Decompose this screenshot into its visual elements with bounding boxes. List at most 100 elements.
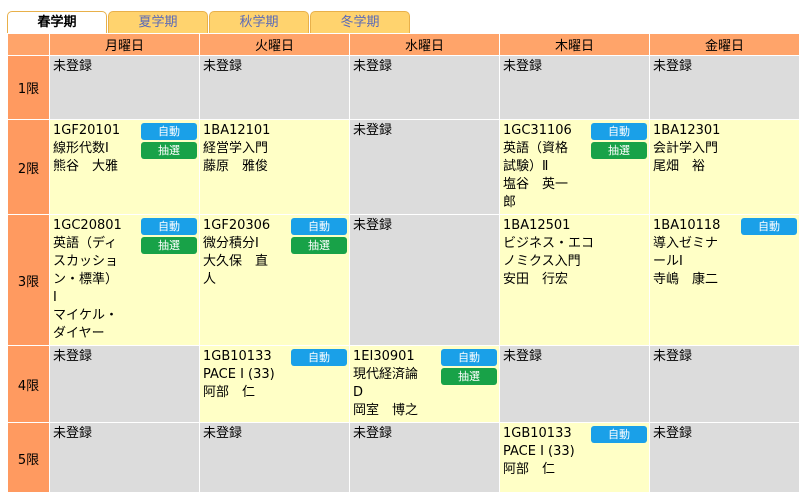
- course-detail-line: ダイヤー: [53, 326, 105, 341]
- course-detail-line: ールⅠ: [653, 254, 683, 269]
- timetable-cell-empty[interactable]: 未登録: [49, 422, 200, 492]
- registration-badges: 自動: [591, 426, 647, 445]
- timetable: 月曜日 火曜日 水曜日 木曜日 金曜日 1限 未登録 未登録 未登録 未登録 未登録 2限 1GF20…: [7, 33, 800, 492]
- auto-badge[interactable]: 自動: [741, 218, 797, 235]
- course-entry: 1BA10118 導入ゼミナ ールⅠ 寺嶋 康二 自動: [653, 217, 797, 289]
- unregistered-label: 未登録: [653, 59, 693, 74]
- course-info: 1BA12501 ビジネス・エコ ノミクス入門 安田 行宏: [503, 217, 646, 289]
- auto-badge[interactable]: 自動: [291, 218, 347, 235]
- period-label: 4限: [7, 345, 50, 423]
- day-header-wednesday: 水曜日: [349, 33, 500, 56]
- course-detail-line: 岡室 博之: [353, 403, 419, 418]
- lottery-badge[interactable]: 抽選: [141, 237, 197, 254]
- course-entry: 1BA12501 ビジネス・エコ ノミクス入門 安田 行宏: [503, 217, 646, 289]
- period-label: 3限: [7, 214, 50, 346]
- timetable-cell-course[interactable]: 1GF20306 微分積分Ⅰ 大久保 直人自動 抽選: [199, 214, 350, 346]
- day-header-thursday: 木曜日: [499, 33, 650, 56]
- lottery-badge[interactable]: 抽選: [441, 368, 497, 385]
- tab-semester-1[interactable]: 春学期: [7, 11, 107, 33]
- timetable-cell-empty[interactable]: 未登録: [349, 214, 500, 346]
- timetable-cell-empty[interactable]: 未登録: [649, 345, 800, 423]
- period-label: 2限: [7, 119, 50, 215]
- auto-badge[interactable]: 自動: [591, 123, 647, 140]
- unregistered-label: 未登録: [503, 59, 543, 74]
- timetable-cell-course[interactable]: 1GF20101 線形代数Ⅰ 熊谷 大雅 自動 抽選: [49, 119, 200, 215]
- timetable-cell-course[interactable]: 1GC20801 英語（ディ スカッショ ン・標準） Ⅰ マイケル・ ダイヤー 自動 抽選: [49, 214, 200, 346]
- course-detail-line: ビジネス・エコ: [503, 236, 595, 251]
- timetable-cell-course[interactable]: 1BA10118 導入ゼミナ ールⅠ 寺嶋 康二 自動: [649, 214, 800, 346]
- course-code: 1BA12301: [653, 123, 721, 138]
- course-entry: 1BA12301 会計学入門 尾畑 裕: [653, 122, 796, 176]
- course-detail-line: 阿部 仁: [203, 385, 256, 400]
- timetable-cell-empty[interactable]: 未登録: [199, 55, 350, 120]
- registration-badges: 自動: [291, 349, 347, 368]
- unregistered-label: 未登録: [653, 349, 693, 364]
- registration-badges: 自動: [741, 218, 797, 237]
- timetable-cell-empty[interactable]: 未登録: [349, 422, 500, 492]
- auto-badge[interactable]: 自動: [141, 218, 197, 235]
- course-entry: 1GC31106 英語（資格 試験）Ⅱ 塩谷 英一郎自動 抽選: [503, 122, 647, 212]
- unregistered-label: 未登録: [353, 218, 393, 233]
- timetable-cell-course[interactable]: 1BA12501 ビジネス・エコ ノミクス入門 安田 行宏: [499, 214, 650, 346]
- timetable-cell-empty[interactable]: 未登録: [349, 55, 500, 120]
- course-detail-line: マイケル・: [53, 308, 119, 323]
- day-header-friday: 金曜日: [649, 33, 800, 56]
- registration-badges: 自動 抽選: [291, 218, 347, 256]
- unregistered-label: 未登録: [503, 349, 543, 364]
- course-entry: 1GB10133 PACE I (33) 阿部 仁自動: [203, 348, 347, 402]
- timetable-cell-empty[interactable]: 未登録: [499, 55, 650, 120]
- timetable-cell-course[interactable]: 1BA12101 経営学入門 藤原 雅俊: [199, 119, 350, 215]
- timetable-cell-empty[interactable]: 未登録: [349, 119, 500, 215]
- registration-badges: 自動 抽選: [141, 218, 197, 256]
- period-label: 5限: [7, 422, 50, 492]
- timetable-cell-course[interactable]: 1GB10133 PACE I (33) 阿部 仁自動: [499, 422, 650, 492]
- course-entry: 1GB10133 PACE I (33) 阿部 仁自動: [503, 425, 647, 479]
- unregistered-label: 未登録: [203, 426, 243, 441]
- course-code: 1BA12501: [503, 218, 571, 233]
- unregistered-label: 未登録: [653, 426, 693, 441]
- registration-badges: 自動 抽選: [141, 123, 197, 161]
- course-detail-line: 経営学入門: [203, 141, 269, 156]
- course-detail-line: PACE I (33): [203, 367, 275, 382]
- timetable-cell-course[interactable]: 1BA12301 会計学入門 尾畑 裕: [649, 119, 800, 215]
- tab-semester-3[interactable]: 秋学期: [209, 11, 309, 33]
- auto-badge[interactable]: 自動: [141, 123, 197, 140]
- course-info: 1BA12101 経営学入門 藤原 雅俊: [203, 122, 346, 176]
- auto-badge[interactable]: 自動: [441, 349, 497, 366]
- corner-cell: [7, 33, 50, 56]
- period-row: 5限 未登録 未登録 未登録 1GB10133 PACE I (33) 阿部 仁自動 未登録: [7, 422, 800, 492]
- day-header-monday: 月曜日: [49, 33, 200, 56]
- unregistered-label: 未登録: [203, 59, 243, 74]
- course-detail-line: 郎: [503, 195, 517, 210]
- period-row: 1限 未登録 未登録 未登録 未登録 未登録: [7, 55, 800, 120]
- auto-badge[interactable]: 自動: [291, 349, 347, 366]
- course-detail-line: 尾畑 裕: [653, 159, 706, 174]
- course-entry: 1EI30901 現代経済論 D 岡室 博之 自動 抽選: [353, 348, 497, 420]
- course-entry: 1BA12101 経営学入門 藤原 雅俊: [203, 122, 346, 176]
- lottery-badge[interactable]: 抽選: [291, 237, 347, 254]
- lottery-badge[interactable]: 抽選: [591, 142, 647, 159]
- timetable-cell-course[interactable]: 1EI30901 現代経済論 D 岡室 博之 自動 抽選: [349, 345, 500, 423]
- unregistered-label: 未登録: [353, 426, 393, 441]
- course-detail-line: ノミクス入門: [503, 254, 581, 269]
- course-detail-line: 安田 行宏: [503, 272, 569, 287]
- course-detail-line: 寺嶋 康二: [653, 272, 719, 287]
- tab-semester-2[interactable]: 夏学期: [108, 11, 208, 33]
- timetable-cell-empty[interactable]: 未登録: [649, 422, 800, 492]
- semester-tabs: 春学期 夏学期 秋学期 冬学期: [7, 11, 411, 33]
- course-entry: 1GF20306 微分積分Ⅰ 大久保 直人自動 抽選: [203, 217, 347, 289]
- timetable-cell-course[interactable]: 1GB10133 PACE I (33) 阿部 仁自動: [199, 345, 350, 423]
- timetable-cell-empty[interactable]: 未登録: [49, 55, 200, 120]
- unregistered-label: 未登録: [353, 59, 393, 74]
- timetable-cell-empty[interactable]: 未登録: [199, 422, 350, 492]
- lottery-badge[interactable]: 抽選: [141, 142, 197, 159]
- timetable-cell-course[interactable]: 1GC31106 英語（資格 試験）Ⅱ 塩谷 英一郎自動 抽選: [499, 119, 650, 215]
- timetable-cell-empty[interactable]: 未登録: [499, 345, 650, 423]
- unregistered-label: 未登録: [53, 426, 93, 441]
- timetable-cell-empty[interactable]: 未登録: [49, 345, 200, 423]
- tab-semester-4[interactable]: 冬学期: [310, 11, 410, 33]
- course-detail-line: Ⅰ: [53, 290, 57, 305]
- course-entry: 1GC20801 英語（ディ スカッショ ン・標準） Ⅰ マイケル・ ダイヤー 自動 抽選: [53, 217, 197, 343]
- auto-badge[interactable]: 自動: [591, 426, 647, 443]
- timetable-cell-empty[interactable]: 未登録: [649, 55, 800, 120]
